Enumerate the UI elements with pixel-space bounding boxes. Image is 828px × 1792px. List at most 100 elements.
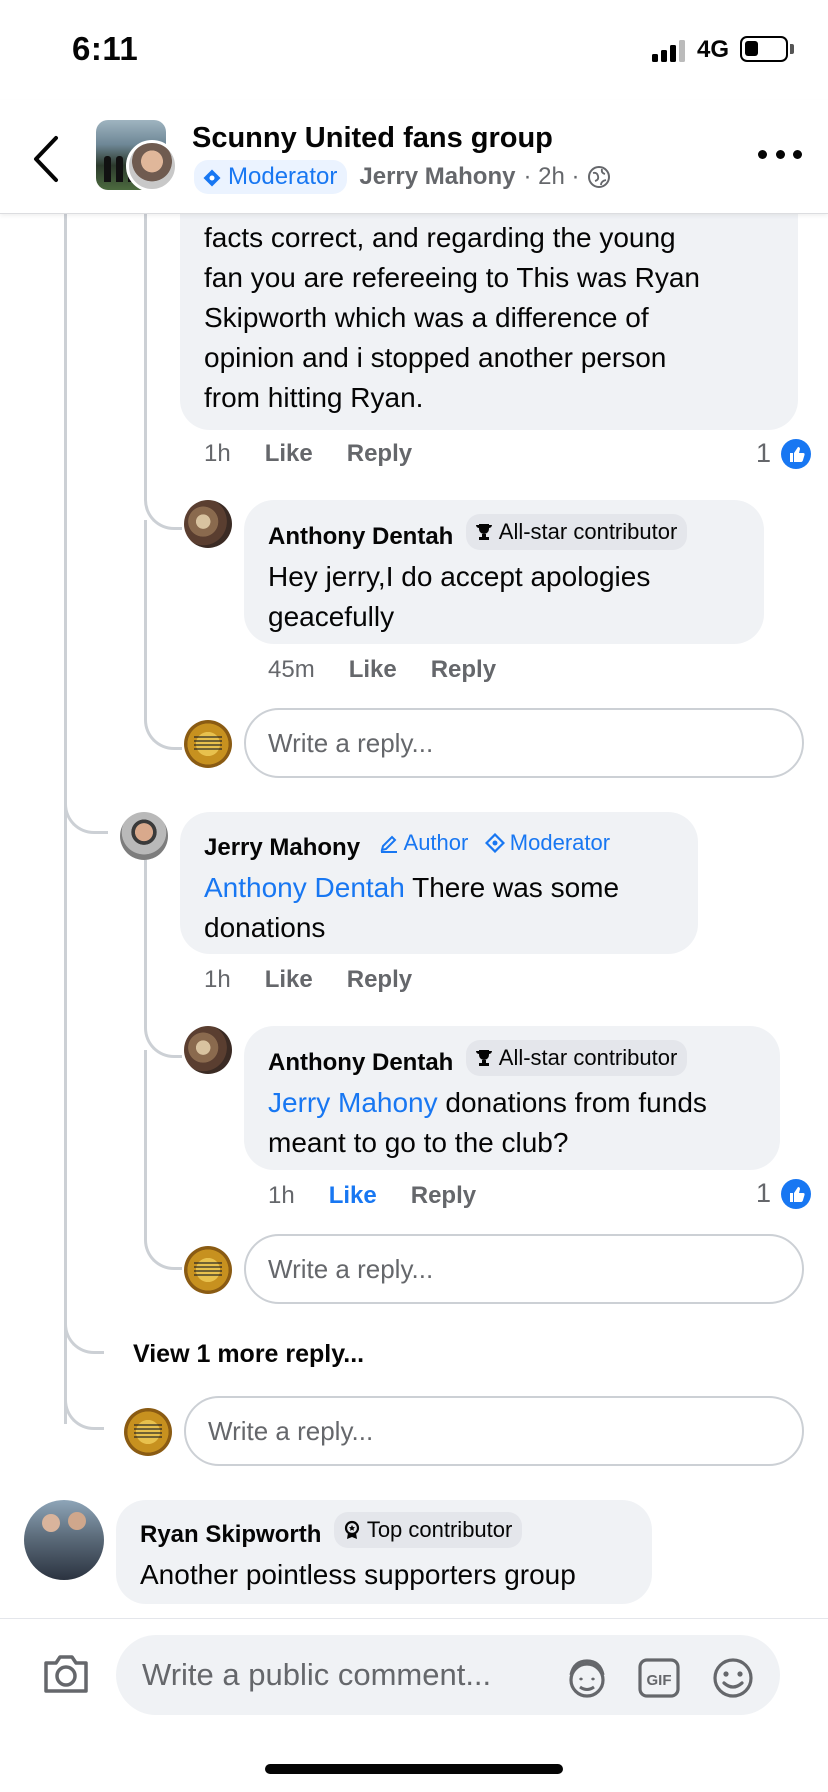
author-avatar[interactable]	[126, 140, 178, 192]
battery-icon	[740, 36, 788, 62]
comment-text: Anthony Dentah There was some	[204, 868, 674, 908]
reply-button[interactable]: Reply	[411, 1182, 476, 1210]
thread-line	[144, 520, 182, 750]
my-avatar	[184, 1246, 232, 1294]
comment-bubble[interactable]: Ryan Skipworth Top contributor Another p…	[116, 1500, 652, 1604]
comment-time: 45m	[268, 656, 315, 683]
group-name[interactable]: Scunny United fans group	[192, 122, 553, 155]
reply-button[interactable]: Reply	[347, 966, 412, 994]
comment-text: fan you are refereeing to This was Ryan	[204, 262, 700, 293]
comment-text: donations	[204, 912, 326, 943]
like-reaction-icon	[781, 438, 812, 469]
like-button[interactable]: Like	[329, 1182, 377, 1210]
reply-button[interactable]: Reply	[347, 440, 412, 468]
camera-icon[interactable]	[42, 1653, 90, 1695]
like-button[interactable]: Like	[349, 656, 397, 684]
comment-bubble[interactable]: facts correct, and regarding the young f…	[180, 212, 798, 430]
comment-bubble[interactable]: Anthony Dentah All-star contributor Jerr…	[244, 1026, 780, 1170]
commenter-name[interactable]: Jerry Mahony	[204, 831, 360, 865]
reaction-count[interactable]: 1	[756, 1178, 812, 1209]
comment-time: 1h	[204, 440, 231, 467]
thread-line	[144, 214, 182, 530]
comment-text: Skipworth which was a difference of	[204, 302, 649, 333]
comment-text: meant to go to the club?	[268, 1127, 569, 1158]
status-bar: 6:11 4G	[0, 0, 828, 100]
comment-actions: 1h Like Reply	[268, 1182, 510, 1210]
commenter-name[interactable]: Ryan Skipworth	[140, 1518, 321, 1552]
top-contributor-badge[interactable]: Top contributor	[333, 1512, 523, 1548]
commenter-avatar[interactable]	[184, 1026, 232, 1074]
reply-placeholder: Write a reply...	[208, 1415, 374, 1446]
thread-line	[144, 860, 182, 1058]
reply-input[interactable]: Write a reply...	[184, 1396, 804, 1466]
commenter-name[interactable]: Anthony Dentah	[268, 1046, 453, 1080]
gif-icon[interactable]: GIF	[636, 1655, 682, 1701]
commenter-name[interactable]: Anthony Dentah	[268, 520, 453, 554]
comment-composer: Write a public comment... GIF	[0, 1618, 828, 1728]
like-reaction-icon	[781, 1178, 812, 1209]
moderator-diamond-icon	[202, 167, 222, 187]
commenter-avatar[interactable]	[24, 1500, 104, 1580]
status-time: 6:11	[72, 30, 139, 67]
signal-icon	[652, 38, 688, 62]
comment-bubble[interactable]: Anthony Dentah All-star contributor Hey …	[244, 500, 764, 644]
moderator-badge[interactable]: Moderator	[194, 160, 348, 194]
commenter-avatar[interactable]	[184, 500, 232, 548]
gif-label: GIF	[647, 1672, 672, 1689]
network-type: 4G	[697, 36, 730, 63]
comment-actions: 45m Like Reply	[268, 656, 530, 684]
comment-time: 1h	[204, 966, 231, 993]
badge-label: All-star contributor	[498, 519, 678, 544]
author-name[interactable]: Jerry Mahony	[359, 163, 515, 191]
back-arrow-icon[interactable]	[28, 134, 68, 184]
moderator-label: Moderator	[228, 163, 338, 190]
pencil-icon	[380, 835, 397, 853]
comment-bubble[interactable]: Jerry Mahony Author Moderator Anthony De…	[180, 812, 698, 954]
comment-placeholder: Write a public comment...	[142, 1657, 492, 1692]
mention-link[interactable]: Jerry Mahony	[268, 1087, 438, 1118]
badge-label: All-star contributor	[498, 1045, 678, 1070]
mention-link[interactable]: Anthony Dentah	[204, 872, 405, 903]
like-button[interactable]: Like	[265, 966, 313, 994]
avatar-sticker-icon[interactable]	[564, 1655, 610, 1701]
thread-line	[64, 1360, 104, 1430]
view-more-replies[interactable]: View 1 more reply...	[133, 1340, 364, 1369]
moderator-badge-label: Moderator	[509, 830, 611, 855]
comment-text: from hitting Ryan.	[204, 382, 424, 413]
public-comment-input[interactable]: Write a public comment... GIF	[116, 1635, 780, 1715]
moderator-badge[interactable]: Moderator	[479, 826, 616, 860]
reply-button[interactable]: Reply	[431, 656, 496, 684]
comment-text: Hey jerry,I do accept apologies	[268, 561, 651, 592]
comment-actions: 1h Like Reply	[204, 966, 446, 994]
battery-tip	[790, 44, 794, 54]
reply-input[interactable]: Write a reply...	[244, 1234, 804, 1304]
comment-text: geacefully	[268, 601, 395, 632]
my-avatar	[124, 1408, 172, 1456]
comment-text-rest: donations from funds	[437, 1087, 707, 1118]
post-meta: Moderator Jerry Mahony · 2h ·	[194, 160, 611, 194]
comment-time: 1h	[268, 1182, 295, 1209]
reaction-number: 1	[756, 1178, 772, 1208]
post-header: Scunny United fans group Moderator Jerry…	[0, 100, 828, 214]
comment-text: Jerry Mahony donations from funds	[268, 1083, 756, 1123]
author-badge[interactable]: Author	[373, 826, 475, 860]
reaction-count[interactable]: 1	[756, 438, 812, 469]
thread-line	[64, 770, 108, 834]
like-button[interactable]: Like	[265, 440, 313, 468]
post-time: · 2h ·	[523, 163, 580, 190]
medal-icon	[344, 1520, 359, 1539]
all-star-badge[interactable]: All-star contributor	[465, 1040, 688, 1076]
trophy-icon	[475, 524, 492, 540]
reply-placeholder: Write a reply...	[268, 1253, 434, 1284]
home-indicator[interactable]	[265, 1764, 563, 1774]
reply-input[interactable]: Write a reply...	[244, 708, 804, 778]
comment-text: facts correct, and regarding the young	[204, 222, 676, 253]
author-badge-label: Author	[403, 830, 469, 855]
comment-text: Another pointless supporters group	[140, 1559, 576, 1590]
more-options-icon[interactable]	[758, 146, 802, 162]
thread-line	[144, 1050, 182, 1270]
emoji-icon[interactable]	[710, 1655, 756, 1701]
all-star-badge[interactable]: All-star contributor	[465, 514, 688, 550]
comment-text: opinion and i stopped another person	[204, 342, 667, 373]
commenter-avatar[interactable]	[120, 812, 168, 860]
